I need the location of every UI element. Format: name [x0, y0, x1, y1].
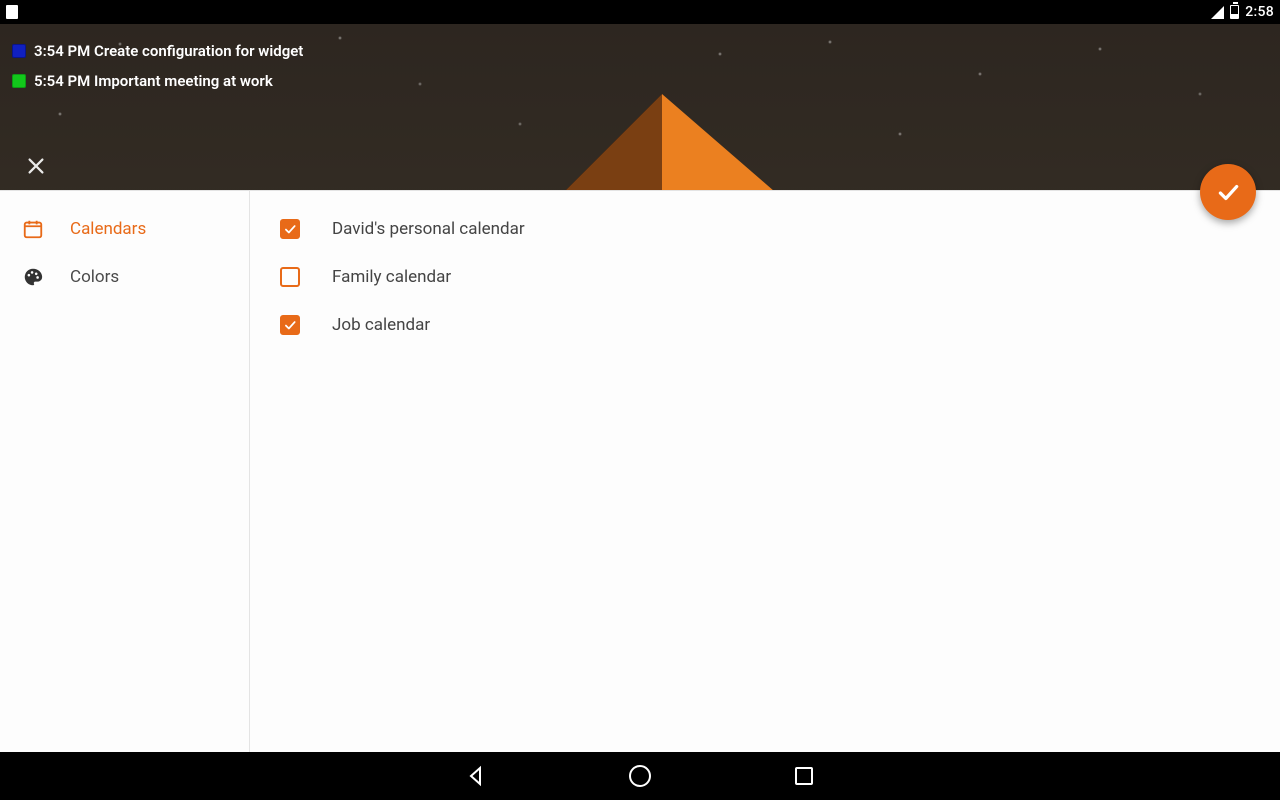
- checkbox[interactable]: [280, 219, 300, 239]
- calendar-row[interactable]: Job calendar: [250, 301, 1280, 349]
- event-time: 3:54 PM: [34, 42, 90, 60]
- event-title: Create configuration for widget: [94, 42, 303, 60]
- event-color-chip: [12, 44, 26, 58]
- nav-bar: [0, 752, 1280, 800]
- nav-back-button[interactable]: [464, 764, 488, 788]
- status-clock: 2:58: [1245, 4, 1274, 20]
- calendar-row[interactable]: Family calendar: [250, 253, 1280, 301]
- event-time: 5:54 PM: [34, 72, 90, 90]
- sidebar-item-label: Calendars: [70, 219, 146, 239]
- recent-icon: [795, 767, 813, 785]
- calendar-icon: [22, 218, 44, 240]
- widget-preview: 3:54 PM Create configuration for widget …: [12, 36, 1268, 96]
- battery-icon: [1230, 5, 1239, 19]
- check-icon: [1215, 179, 1241, 205]
- calendar-row[interactable]: David's personal calendar: [250, 205, 1280, 253]
- palette-icon: [22, 266, 44, 288]
- storage-icon: [6, 5, 18, 19]
- calendar-label: Family calendar: [332, 267, 451, 287]
- config-sidebar: Calendars Colors: [0, 191, 250, 752]
- sidebar-item-colors[interactable]: Colors: [0, 253, 249, 301]
- sidebar-item-calendars[interactable]: Calendars: [0, 205, 249, 253]
- back-icon: [464, 764, 488, 788]
- calendar-label: David's personal calendar: [332, 219, 525, 239]
- check-icon: [283, 222, 297, 236]
- calendar-label: Job calendar: [332, 315, 430, 335]
- event-title: Important meeting at work: [94, 72, 273, 90]
- status-bar: 2:58: [0, 0, 1280, 24]
- confirm-fab[interactable]: [1200, 164, 1256, 220]
- checkbox[interactable]: [280, 267, 300, 287]
- sidebar-item-label: Colors: [70, 267, 119, 287]
- widget-event: 5:54 PM Important meeting at work: [12, 66, 1268, 96]
- checkbox[interactable]: [280, 315, 300, 335]
- signal-icon: [1211, 6, 1224, 19]
- nav-recent-button[interactable]: [792, 764, 816, 788]
- main-area: 3:54 PM Create configuration for widget …: [0, 24, 1280, 752]
- widget-event: 3:54 PM Create configuration for widget: [12, 36, 1268, 66]
- close-button[interactable]: [22, 152, 50, 180]
- config-header: [0, 142, 1280, 190]
- check-icon: [283, 318, 297, 332]
- event-color-chip: [12, 74, 26, 88]
- home-icon: [629, 765, 651, 787]
- close-icon: [25, 155, 47, 177]
- nav-home-button[interactable]: [628, 764, 652, 788]
- config-sheet: Calendars Colors: [0, 190, 1280, 752]
- config-content: David's personal calendar Family calenda…: [250, 191, 1280, 752]
